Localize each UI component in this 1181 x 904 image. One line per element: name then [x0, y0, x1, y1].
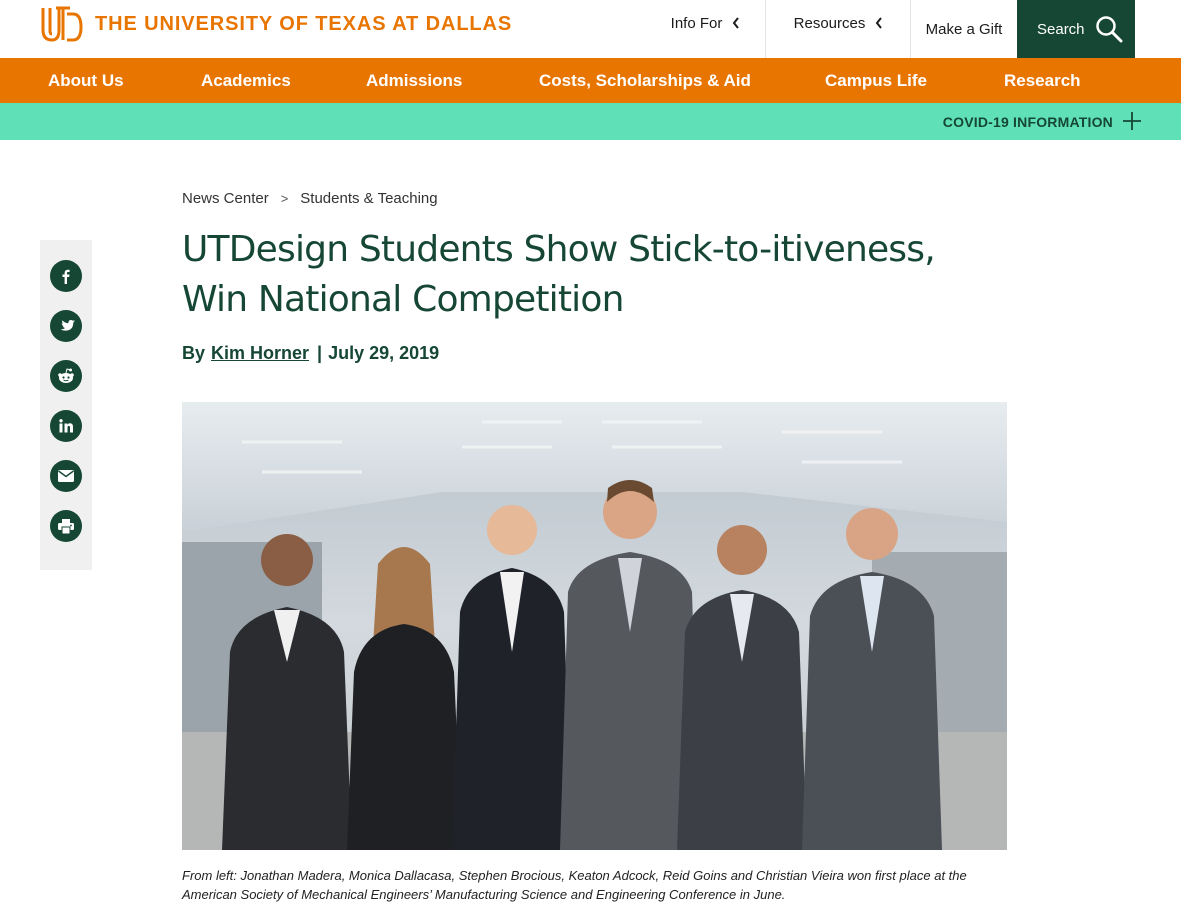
info-for-menu[interactable]: Info For	[646, 0, 766, 58]
article-photo	[182, 402, 1007, 850]
breadcrumb-separator: >	[280, 191, 289, 206]
byline-prefix: By	[182, 343, 206, 363]
nav-research[interactable]: Research	[1004, 58, 1081, 103]
chevron-left-icon	[733, 17, 740, 29]
plus-icon[interactable]	[1122, 111, 1142, 131]
search-icon	[1095, 16, 1123, 43]
covid-banner: COVID-19 INFORMATION	[0, 103, 1181, 140]
breadcrumb-students-teaching[interactable]: Students & Teaching	[300, 190, 437, 207]
reddit-icon	[58, 368, 74, 383]
article-byline: By Kim Horner | July 29, 2019	[182, 343, 439, 364]
byline-divider: |	[317, 343, 323, 363]
group-photo-illustration	[182, 402, 1007, 850]
share-linkedin-button[interactable]	[50, 410, 82, 442]
email-icon	[58, 470, 74, 482]
breadcrumb-news-center[interactable]: News Center	[182, 190, 269, 207]
photo-caption: From left: Jonathan Madera, Monica Dalla…	[182, 868, 967, 902]
search-label: Search	[1037, 20, 1085, 38]
nav-about-us[interactable]: About Us	[48, 58, 124, 103]
resources-label: Resources	[793, 14, 866, 32]
author-link[interactable]: Kim Horner	[211, 343, 309, 364]
print-button[interactable]	[50, 510, 82, 542]
make-a-gift-label: Make a Gift	[925, 20, 1003, 38]
resources-menu[interactable]: Resources	[767, 0, 911, 58]
linkedin-icon	[59, 419, 73, 433]
twitter-icon	[60, 319, 75, 331]
main-navigation: About Us Academics Admissions Costs, Sch…	[0, 58, 1181, 103]
breadcrumb: News Center > Students & Teaching	[182, 190, 438, 207]
covid-information-toggle[interactable]: COVID-19 INFORMATION	[943, 103, 1113, 140]
nav-admissions[interactable]: Admissions	[366, 58, 462, 103]
make-a-gift-link[interactable]: Make a Gift	[912, 0, 1016, 58]
utd-monogram-icon	[41, 6, 83, 42]
facebook-icon	[62, 269, 70, 284]
info-for-label: Info For	[670, 14, 723, 32]
share-facebook-button[interactable]	[50, 260, 82, 292]
nav-costs-scholarships-aid[interactable]: Costs, Scholarships & Aid	[539, 58, 751, 103]
site-header: THE UNIVERSITY OF TEXAS AT DALLAS Info F…	[0, 0, 1181, 58]
article-title: UTDesign Students Show Stick-to-itivenes…	[182, 229, 936, 320]
share-twitter-button[interactable]	[50, 310, 82, 342]
nav-campus-life[interactable]: Campus Life	[825, 58, 927, 103]
nav-academics[interactable]: Academics	[201, 58, 291, 103]
university-name: THE UNIVERSITY OF TEXAS AT DALLAS	[95, 12, 513, 35]
share-reddit-button[interactable]	[50, 360, 82, 392]
chevron-left-icon	[876, 17, 883, 29]
article-date: July 29, 2019	[328, 343, 440, 363]
utd-logo[interactable]: THE UNIVERSITY OF TEXAS AT DALLAS	[40, 3, 512, 45]
search-button[interactable]: Search	[1017, 0, 1135, 58]
share-email-button[interactable]	[50, 460, 82, 492]
share-toolbar	[40, 240, 92, 570]
print-icon	[58, 518, 74, 534]
